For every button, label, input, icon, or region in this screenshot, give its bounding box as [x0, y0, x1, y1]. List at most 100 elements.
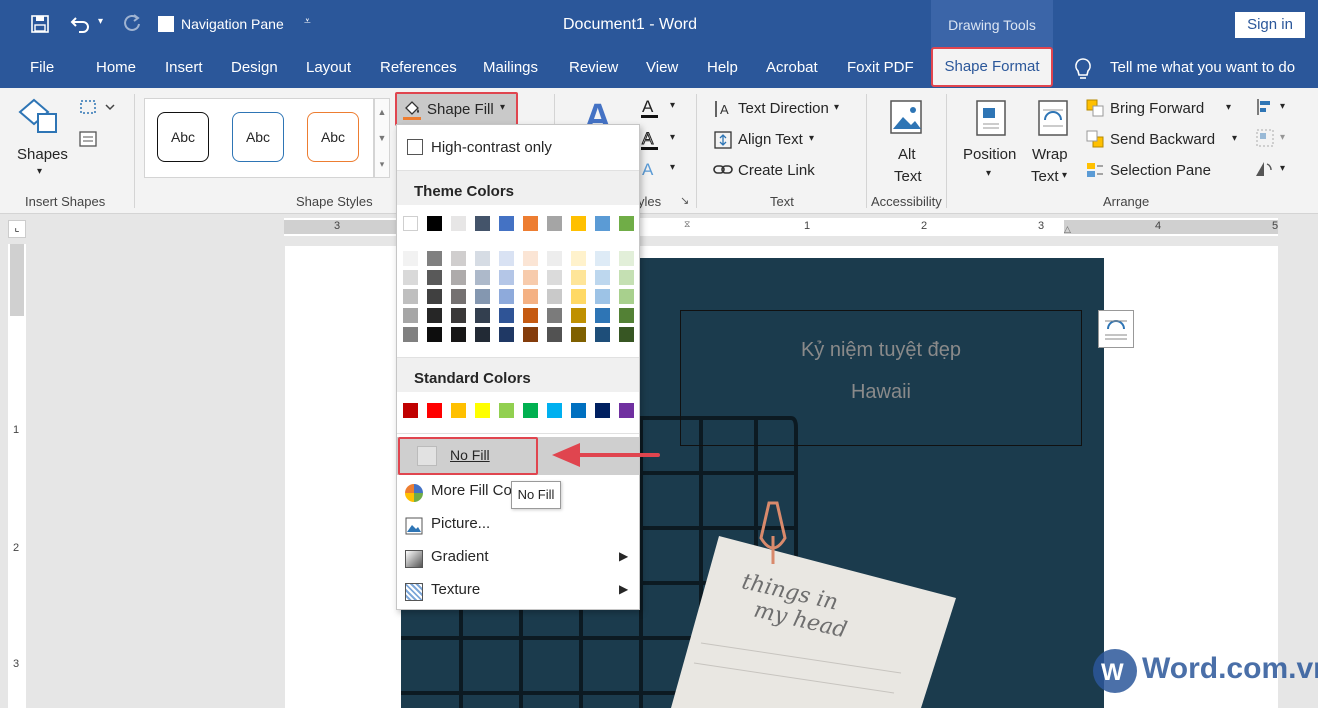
chevron-down-icon[interactable]: ▾ — [809, 133, 814, 144]
theme-shade-swatch[interactable] — [451, 308, 466, 323]
chevron-down-icon[interactable]: ▾ — [1232, 133, 1237, 144]
sign-in-button[interactable]: Sign in — [1235, 12, 1305, 38]
theme-shade-swatch[interactable] — [571, 251, 586, 266]
theme-shade-swatch[interactable] — [475, 289, 490, 304]
text-box-shape[interactable]: Kỷ niệm tuyệt đẹp Hawaii — [680, 310, 1082, 446]
dialog-launcher-icon[interactable]: ↘ — [680, 194, 689, 207]
gallery-scroll[interactable]: ▲ ▼ ▾ — [374, 98, 390, 178]
shape-style-preset-1[interactable]: Abc — [157, 112, 209, 162]
tab-design[interactable]: Design — [231, 59, 278, 76]
theme-shade-swatch[interactable] — [427, 289, 442, 304]
alt-text-button[interactable]: Alt — [898, 146, 916, 163]
chevron-down-icon[interactable]: ▾ — [834, 102, 839, 113]
theme-shade-swatch[interactable] — [619, 270, 634, 285]
theme-color-swatch[interactable] — [595, 216, 610, 231]
align-text-icon[interactable] — [712, 129, 734, 154]
chevron-down-icon[interactable]: ▾ — [670, 162, 675, 173]
text-effects-icon[interactable]: A — [640, 158, 660, 183]
nav-pane-checkbox[interactable] — [158, 16, 174, 32]
theme-shade-swatch[interactable] — [547, 308, 562, 323]
theme-shade-swatch[interactable] — [451, 270, 466, 285]
create-link-button[interactable]: Create Link — [738, 162, 815, 179]
theme-color-swatch[interactable] — [475, 216, 490, 231]
theme-shade-swatch[interactable] — [427, 327, 442, 342]
text-direction-button[interactable]: Text Direction — [738, 100, 829, 117]
theme-shade-swatch[interactable] — [547, 251, 562, 266]
theme-shade-swatch[interactable] — [451, 251, 466, 266]
tab-mailings[interactable]: Mailings — [483, 59, 538, 76]
shapes-dropdown-icon[interactable]: ▾ — [37, 166, 42, 177]
wrap-text-icon[interactable] — [1036, 98, 1070, 141]
standard-color-swatch[interactable] — [619, 403, 634, 418]
chevron-down-icon[interactable]: ▾ — [670, 132, 675, 143]
theme-shade-swatch[interactable] — [403, 289, 418, 304]
theme-shade-swatch[interactable] — [595, 308, 610, 323]
theme-shade-swatch[interactable] — [499, 308, 514, 323]
theme-shade-swatch[interactable] — [523, 327, 538, 342]
theme-shade-swatch[interactable] — [619, 327, 634, 342]
theme-shade-swatch[interactable] — [475, 327, 490, 342]
tab-acrobat[interactable]: Acrobat — [766, 59, 818, 76]
chevron-down-icon[interactable]: ▾ — [670, 100, 675, 111]
vertical-ruler[interactable]: 1 2 3 — [8, 244, 26, 708]
tell-me-search[interactable]: Tell me what you want to do — [1110, 59, 1295, 76]
shape-style-preset-2[interactable]: Abc — [232, 112, 284, 162]
standard-color-swatch[interactable] — [523, 403, 538, 418]
selection-pane-button[interactable]: Selection Pane — [1110, 162, 1211, 179]
high-contrast-option[interactable]: High-contrast only — [397, 133, 639, 165]
theme-shade-swatch[interactable] — [619, 308, 634, 323]
position-icon[interactable] — [974, 98, 1008, 141]
bring-forward-icon[interactable] — [1086, 99, 1104, 120]
theme-shade-swatch[interactable] — [403, 308, 418, 323]
standard-color-swatch[interactable] — [571, 403, 586, 418]
edit-shape-icon[interactable] — [78, 98, 118, 119]
customize-qat-icon[interactable]: ⩡ — [304, 14, 311, 29]
theme-color-swatch[interactable] — [427, 216, 442, 231]
theme-shade-swatch[interactable] — [451, 327, 466, 342]
theme-shade-swatch[interactable] — [571, 270, 586, 285]
theme-shade-swatch[interactable] — [523, 251, 538, 266]
standard-color-swatch[interactable] — [595, 403, 610, 418]
link-icon[interactable] — [712, 160, 734, 183]
rotate-icon[interactable] — [1254, 160, 1274, 181]
theme-shade-swatch[interactable] — [403, 270, 418, 285]
theme-shade-swatch[interactable] — [595, 327, 610, 342]
theme-color-swatch[interactable] — [523, 216, 538, 231]
theme-shade-swatch[interactable] — [571, 308, 586, 323]
undo-icon[interactable] — [70, 13, 92, 38]
align-objects-icon[interactable] — [1256, 98, 1274, 119]
layout-options-icon[interactable] — [1098, 310, 1134, 348]
theme-shade-swatch[interactable] — [547, 270, 562, 285]
shape-fill-button[interactable]: Shape Fill ▾ — [395, 92, 518, 126]
theme-shade-swatch[interactable] — [499, 270, 514, 285]
chevron-down-icon[interactable]: ▾ — [1226, 102, 1231, 113]
chevron-down-icon[interactable]: ▾ — [1062, 170, 1067, 181]
align-text-button[interactable]: Align Text — [738, 131, 803, 148]
standard-color-swatch[interactable] — [475, 403, 490, 418]
tab-view[interactable]: View — [646, 59, 678, 76]
theme-shade-swatch[interactable] — [499, 251, 514, 266]
theme-color-swatch[interactable] — [619, 216, 634, 231]
right-indent-icon[interactable]: △ — [1064, 224, 1071, 235]
theme-shade-swatch[interactable] — [571, 327, 586, 342]
high-contrast-checkbox[interactable] — [407, 139, 423, 155]
standard-color-swatch[interactable] — [499, 403, 514, 418]
standard-color-swatch[interactable] — [403, 403, 418, 418]
text-outline-icon[interactable]: A — [640, 128, 660, 155]
indent-marker-icon[interactable]: ⧖ — [684, 219, 690, 230]
gradient-option[interactable]: Gradient ▶ — [397, 543, 639, 575]
save-icon[interactable] — [30, 14, 50, 37]
theme-shade-swatch[interactable] — [595, 289, 610, 304]
position-button[interactable]: Position — [963, 146, 1016, 163]
tab-layout[interactable]: Layout — [306, 59, 351, 76]
send-backward-button[interactable]: Send Backward — [1110, 131, 1215, 148]
selection-pane-icon[interactable] — [1086, 161, 1104, 182]
theme-shade-swatch[interactable] — [523, 270, 538, 285]
standard-color-swatch[interactable] — [427, 403, 442, 418]
theme-shade-swatch[interactable] — [403, 251, 418, 266]
chevron-down-icon[interactable]: ▾ — [986, 168, 991, 179]
theme-shade-swatch[interactable] — [619, 251, 634, 266]
theme-shade-swatch[interactable] — [499, 327, 514, 342]
shapes-button[interactable]: Shapes — [17, 146, 68, 163]
theme-shade-swatch[interactable] — [595, 270, 610, 285]
